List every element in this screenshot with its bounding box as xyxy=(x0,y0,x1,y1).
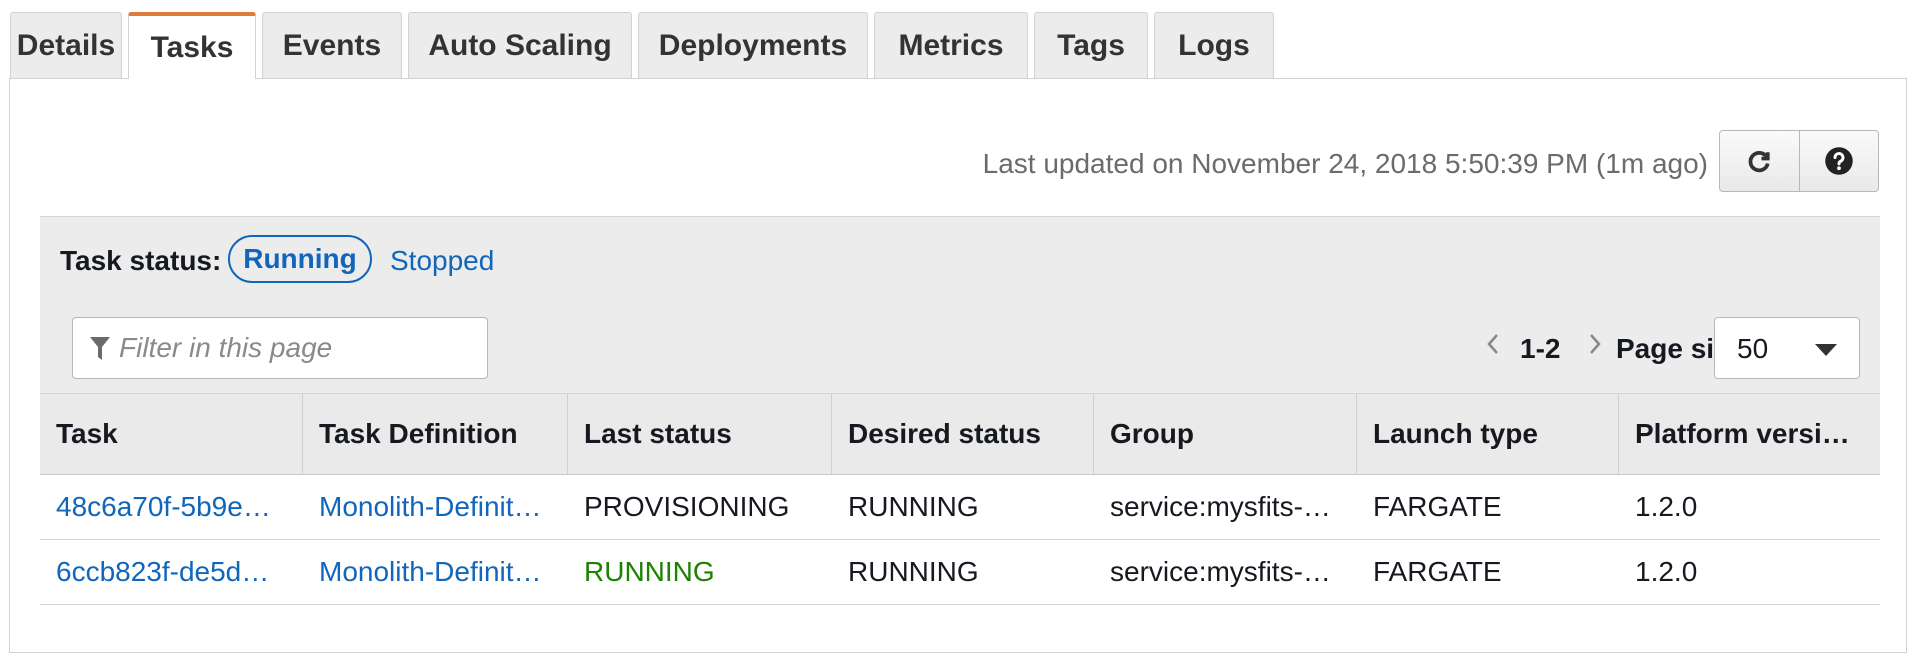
tab-bar: Details Tasks Events Auto Scaling Deploy… xyxy=(10,12,1280,79)
tab-tasks[interactable]: Tasks xyxy=(128,12,256,79)
col-platform-version[interactable]: Platform versi… xyxy=(1619,394,1880,474)
help-button[interactable] xyxy=(1798,131,1879,191)
running-filter-button[interactable]: Running xyxy=(228,235,372,283)
table-header: Task Task Definition Last status Desired… xyxy=(40,393,1880,475)
task-status-bar: Task status: Running Stopped xyxy=(40,216,1880,306)
last-status: RUNNING xyxy=(584,556,715,587)
desired-status: RUNNING xyxy=(848,491,979,522)
caret-down-icon xyxy=(1815,344,1837,356)
tab-deployments[interactable]: Deployments xyxy=(638,12,868,78)
group: service:mysfits-… xyxy=(1110,556,1331,587)
page-size-select[interactable]: 50 xyxy=(1714,317,1860,379)
task-definition-link[interactable]: Monolith-Definit… xyxy=(319,556,542,588)
tab-metrics[interactable]: Metrics xyxy=(874,12,1028,78)
chevron-left-icon xyxy=(1487,334,1498,354)
filter-icon xyxy=(90,337,110,360)
launch-type: FARGATE xyxy=(1373,556,1502,587)
task-id-link[interactable]: 48c6a70f-5b9e… xyxy=(56,491,271,523)
col-desired-status[interactable]: Desired status xyxy=(832,394,1094,474)
tab-tags[interactable]: Tags xyxy=(1034,12,1148,78)
tab-events[interactable]: Events xyxy=(262,12,402,78)
task-id-link[interactable]: 6ccb823f-de5d… xyxy=(56,556,269,588)
tab-logs[interactable]: Logs xyxy=(1154,12,1274,78)
col-task-definition[interactable]: Task Definition xyxy=(303,394,568,474)
col-last-status[interactable]: Last status xyxy=(568,394,832,474)
platform-version: 1.2.0 xyxy=(1635,491,1698,522)
desired-status: RUNNING xyxy=(848,556,979,587)
launch-type: FARGATE xyxy=(1373,491,1502,522)
group: service:mysfits-… xyxy=(1110,491,1331,522)
col-task[interactable]: Task xyxy=(40,394,303,474)
stopped-filter-link[interactable]: Stopped xyxy=(390,245,494,277)
col-launch-type[interactable]: Launch type xyxy=(1357,394,1619,474)
task-status-label: Task status: xyxy=(60,245,222,276)
last-updated-text: Last updated on November 24, 2018 5:50:3… xyxy=(982,148,1708,179)
task-definition-link[interactable]: Monolith-Definit… xyxy=(319,491,542,523)
col-group[interactable]: Group xyxy=(1094,394,1357,474)
page-range: 1-2 xyxy=(1520,333,1561,364)
help-icon xyxy=(1825,147,1853,175)
prev-page-button[interactable] xyxy=(1486,331,1500,364)
filter-bar: 1-2 Page size 50 xyxy=(40,305,1880,393)
toolbar-buttons xyxy=(1719,130,1879,192)
filter-box xyxy=(72,317,488,379)
page-size-value: 50 xyxy=(1737,333,1769,364)
refresh-icon xyxy=(1748,150,1770,173)
chevron-right-icon xyxy=(1590,334,1601,354)
last-status: PROVISIONING xyxy=(584,491,790,522)
tasks-table: Task Task Definition Last status Desired… xyxy=(40,393,1880,605)
filter-input[interactable] xyxy=(119,318,479,378)
table-row: 48c6a70f-5b9e… Monolith-Definit… PROVISI… xyxy=(40,475,1880,540)
tab-details[interactable]: Details xyxy=(10,12,122,78)
table-row: 6ccb823f-de5d… Monolith-Definit… RUNNING… xyxy=(40,540,1880,605)
refresh-button[interactable] xyxy=(1720,131,1799,191)
tab-auto-scaling[interactable]: Auto Scaling xyxy=(408,12,632,78)
next-page-button[interactable] xyxy=(1588,331,1602,364)
platform-version: 1.2.0 xyxy=(1635,556,1698,587)
